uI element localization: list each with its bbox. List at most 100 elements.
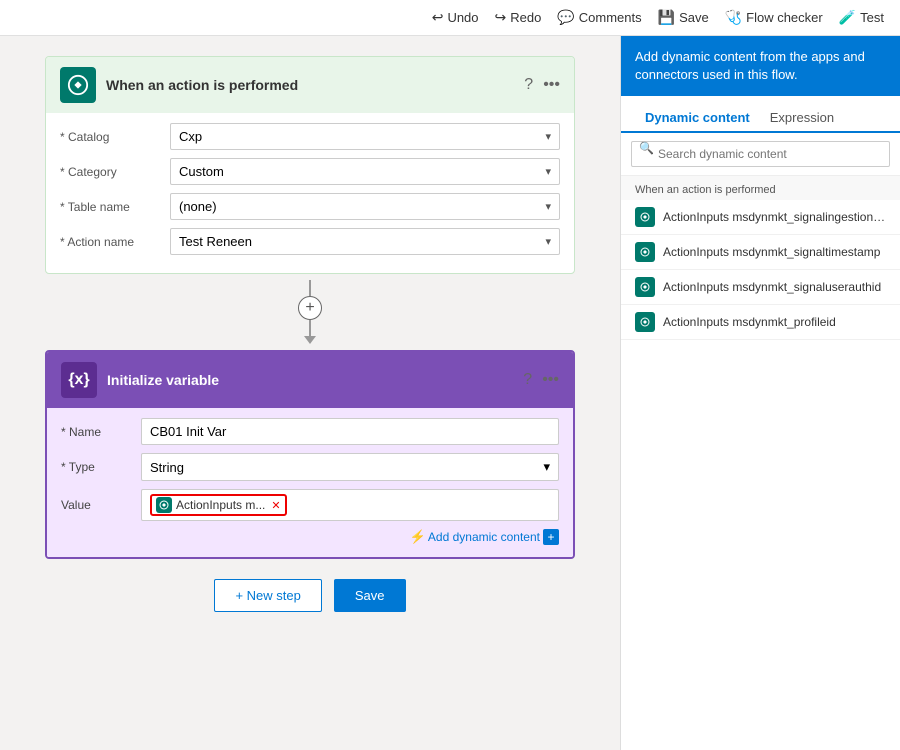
connector-line-top [309, 280, 311, 296]
token-icon [156, 497, 172, 513]
comments-button[interactable]: 💬 Comments [557, 9, 641, 26]
catalog-select[interactable]: Cxp ▾ [170, 123, 560, 150]
table-name-label: * Table name [60, 200, 170, 214]
init-header-right: ? ••• [523, 371, 559, 389]
catalog-chevron-icon: ▾ [545, 130, 551, 143]
list-item[interactable]: ActionInputs msdynmkt_signaluserauthid [621, 270, 900, 305]
category-chevron-icon: ▾ [545, 165, 551, 178]
trigger-menu-icon[interactable]: ••• [543, 76, 560, 94]
add-dynamic-link[interactable]: Add dynamic content + [428, 529, 559, 545]
list-item[interactable]: ActionInputs msdynmkt_profileid [621, 305, 900, 340]
init-form: * Name * Type String ▾ Value [47, 408, 573, 557]
table-name-value: (none) [179, 199, 217, 214]
panel-section-label: When an action is performed [621, 176, 900, 200]
trigger-title: When an action is performed [106, 77, 298, 93]
token-chip: ActionInputs m... ✕ [150, 494, 287, 516]
trigger-header-right: ? ••• [524, 76, 560, 94]
init-type-row: * Type String ▾ [61, 453, 559, 481]
action-name-select[interactable]: Test Reneen ▾ [170, 228, 560, 255]
save-button[interactable]: 💾 Save [658, 9, 709, 26]
canvas: When an action is performed ? ••• * Cata… [0, 36, 900, 750]
flow-checker-label: Flow checker [746, 10, 823, 25]
connector-line-bottom [309, 320, 311, 336]
init-type-value: String [150, 460, 184, 475]
trigger-form: * Catalog Cxp ▾ * Category Custom ▾ * Ta… [46, 113, 574, 273]
redo-icon: ↪ [495, 9, 507, 26]
init-value-label: Value [61, 498, 141, 512]
item-icon-1 [635, 207, 655, 227]
trigger-icon [60, 67, 96, 103]
add-dynamic-row: ⚡ Add dynamic content + [61, 529, 559, 545]
init-name-row: * Name [61, 418, 559, 445]
init-variable-block: {x} Initialize variable ? ••• * Name * T… [45, 350, 575, 559]
flow-area: When an action is performed ? ••• * Cata… [0, 36, 620, 750]
undo-button[interactable]: ↩ Undo [432, 9, 479, 26]
test-button[interactable]: 🧪 Test [839, 9, 884, 26]
trigger-header: When an action is performed ? ••• [46, 57, 574, 113]
item-text-3: ActionInputs msdynmkt_signaluserauthid [663, 280, 881, 294]
trigger-help-icon[interactable]: ? [524, 76, 533, 94]
action-name-label: * Action name [60, 235, 170, 249]
redo-label: Redo [510, 10, 541, 25]
action-name-row: * Action name Test Reneen ▾ [60, 228, 560, 255]
init-menu-icon[interactable]: ••• [542, 371, 559, 389]
tab-dynamic-label: Dynamic content [645, 110, 750, 125]
bottom-buttons: + New step Save [214, 579, 405, 612]
panel-header-text: Add dynamic content from the apps and co… [635, 49, 865, 82]
panel-header: Add dynamic content from the apps and co… [621, 36, 900, 96]
search-wrap: 🔍 [621, 133, 900, 176]
init-name-input[interactable] [141, 418, 559, 445]
search-icon: 🔍 [639, 141, 654, 155]
init-icon: {x} [61, 362, 97, 398]
flow-checker-button[interactable]: 🩺 Flow checker [725, 9, 823, 26]
catalog-label: * Catalog [60, 130, 170, 144]
connector-1: + [298, 280, 322, 344]
tab-expression[interactable]: Expression [760, 104, 844, 133]
item-text-1: ActionInputs msdynmkt_signalingestiontim… [663, 210, 886, 224]
init-header: {x} Initialize variable ? ••• [47, 352, 573, 408]
item-icon-2 [635, 242, 655, 262]
save-label: Save [679, 10, 709, 25]
connector-arrow [304, 336, 316, 344]
add-step-button[interactable]: + [298, 296, 322, 320]
tab-dynamic-content[interactable]: Dynamic content [635, 104, 760, 133]
undo-icon: ↩ [432, 9, 444, 26]
comments-icon: 💬 [557, 9, 574, 26]
action-chevron-icon: ▾ [545, 235, 551, 248]
test-label: Test [860, 10, 884, 25]
init-name-label: * Name [61, 425, 141, 439]
list-item[interactable]: ActionInputs msdynmkt_signaltimestamp [621, 235, 900, 270]
dynamic-panel: Add dynamic content from the apps and co… [620, 36, 900, 750]
save-flow-button[interactable]: Save [334, 579, 406, 612]
item-text-4: ActionInputs msdynmkt_profileid [663, 315, 836, 329]
list-item[interactable]: ActionInputs msdynmkt_signalingestiontim… [621, 200, 900, 235]
category-row: * Category Custom ▾ [60, 158, 560, 185]
save-icon: 💾 [658, 9, 675, 26]
init-header-left: {x} Initialize variable [61, 362, 219, 398]
init-help-icon[interactable]: ? [523, 371, 532, 389]
add-dynamic-label: Add dynamic content [428, 530, 540, 544]
test-icon: 🧪 [839, 9, 856, 26]
category-select[interactable]: Custom ▾ [170, 158, 560, 185]
search-input[interactable] [631, 141, 890, 167]
init-value-field[interactable]: ActionInputs m... ✕ [141, 489, 559, 521]
trigger-header-left: When an action is performed [60, 67, 298, 103]
catalog-row: * Catalog Cxp ▾ [60, 123, 560, 150]
init-type-label: * Type [61, 460, 141, 474]
trigger-block: When an action is performed ? ••• * Cata… [45, 56, 575, 274]
init-type-select[interactable]: String ▾ [141, 453, 559, 481]
new-step-button[interactable]: + New step [214, 579, 321, 612]
redo-button[interactable]: ↪ Redo [495, 9, 542, 26]
init-title: Initialize variable [107, 372, 219, 388]
category-value: Custom [179, 164, 224, 179]
item-text-2: ActionInputs msdynmkt_signaltimestamp [663, 245, 880, 259]
catalog-value: Cxp [179, 129, 202, 144]
add-dynamic-icon: + [543, 529, 559, 545]
action-name-value: Test Reneen [179, 234, 252, 249]
comments-label: Comments [579, 10, 642, 25]
token-close-icon[interactable]: ✕ [271, 499, 280, 512]
table-chevron-icon: ▾ [545, 200, 551, 213]
token-text: ActionInputs m... [176, 498, 265, 512]
table-name-select[interactable]: (none) ▾ [170, 193, 560, 220]
toolbar: ↩ Undo ↪ Redo 💬 Comments 💾 Save 🩺 Flow c… [0, 0, 900, 36]
